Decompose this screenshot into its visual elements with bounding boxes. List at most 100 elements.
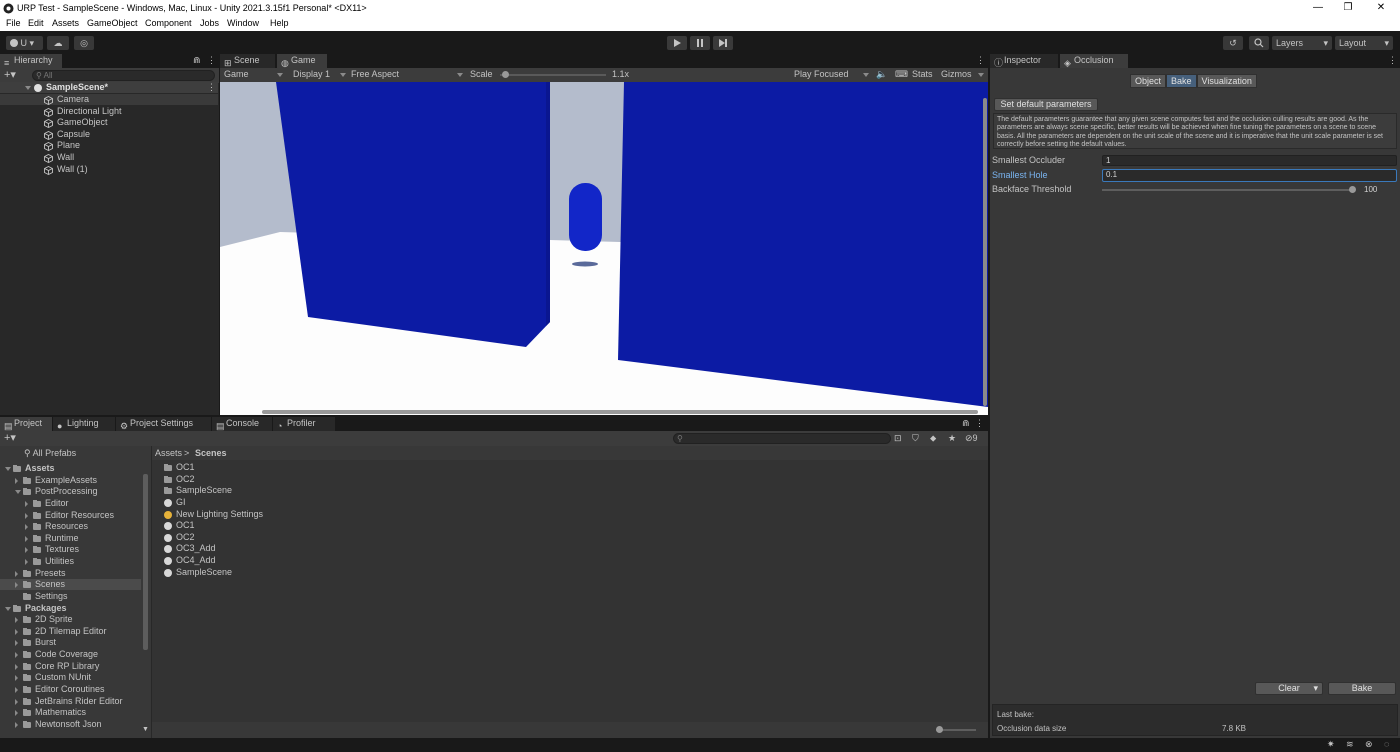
breadcrumb-assets[interactable]: Assets bbox=[155, 448, 182, 459]
scroll-down-icon[interactable]: ▼ bbox=[142, 726, 149, 733]
filter-icon[interactable]: ⛉ bbox=[912, 433, 919, 444]
keyboard-icon[interactable]: ⌨ bbox=[895, 69, 908, 80]
subtab-bake[interactable]: Bake bbox=[1166, 74, 1197, 88]
stats-button[interactable]: Stats bbox=[912, 69, 933, 80]
tree-item[interactable]: Presets bbox=[0, 568, 141, 579]
menu-file[interactable]: File bbox=[6, 18, 21, 28]
tree-item[interactable]: ExampleAssets bbox=[0, 475, 141, 486]
file-item[interactable]: OC4_Add bbox=[164, 555, 364, 566]
tree-item[interactable]: Core RP Library bbox=[0, 661, 141, 672]
subtab-visualization[interactable]: Visualization bbox=[1196, 74, 1257, 88]
history-button[interactable]: ↺ bbox=[1223, 36, 1243, 50]
minimize-button[interactable]: — bbox=[1312, 2, 1324, 14]
file-item[interactable]: GI bbox=[164, 497, 364, 508]
chevron-right-icon[interactable] bbox=[15, 663, 18, 670]
hierarchy-item[interactable]: GameObject bbox=[0, 117, 218, 129]
file-item[interactable]: OC1 bbox=[164, 462, 364, 473]
kebab-menu-icon[interactable]: ⋮ bbox=[976, 55, 985, 66]
tree-item[interactable]: Editor Coroutines bbox=[0, 684, 141, 695]
chevron-right-icon[interactable] bbox=[15, 628, 18, 635]
chevron-right-icon[interactable] bbox=[15, 710, 18, 717]
game-viewport[interactable] bbox=[220, 82, 988, 415]
tree-item[interactable]: Scenes bbox=[0, 579, 141, 591]
tree-item[interactable]: Utilities bbox=[0, 556, 141, 567]
gizmos-button[interactable]: Gizmos bbox=[941, 69, 972, 80]
chevron-right-icon[interactable] bbox=[15, 698, 18, 705]
tree-item[interactable]: Settings bbox=[0, 591, 141, 602]
tree-item[interactable]: Burst bbox=[0, 637, 141, 648]
search-by-type-icon[interactable]: ⊡ bbox=[894, 433, 902, 444]
menu-component[interactable]: Component bbox=[145, 18, 192, 28]
chevron-right-icon[interactable] bbox=[25, 547, 28, 554]
hierarchy-scene-row[interactable]: SampleScene* ⋮ bbox=[0, 82, 218, 93]
collab-button[interactable]: ◎ bbox=[74, 36, 94, 50]
chevron-right-icon[interactable] bbox=[15, 640, 18, 647]
tab-scene[interactable]: ⊞ Scene bbox=[220, 54, 275, 68]
project-search-input[interactable]: ⚲ bbox=[673, 433, 891, 444]
lock-icon[interactable]: ⋒ bbox=[962, 418, 970, 429]
tree-item[interactable]: PostProcessing bbox=[0, 486, 141, 497]
icon-size-thumb[interactable] bbox=[936, 726, 943, 733]
tree-item[interactable]: Runtime bbox=[0, 533, 141, 544]
chevron-down-icon[interactable] bbox=[5, 606, 11, 611]
chevron-right-icon[interactable] bbox=[25, 500, 28, 507]
hierarchy-item[interactable]: Wall (1) bbox=[0, 164, 218, 175]
tree-item[interactable]: Code Coverage bbox=[0, 649, 141, 660]
vertical-scrollbar[interactable] bbox=[983, 98, 987, 406]
tab-project-settings[interactable]: ⚙ Project Settings bbox=[116, 417, 211, 431]
hierarchy-item[interactable]: Capsule bbox=[0, 129, 218, 140]
close-button[interactable]: ✕ bbox=[1375, 2, 1387, 14]
tree-item[interactable]: Newtonsoft Json bbox=[0, 719, 141, 730]
bug-icon[interactable]: ✷ bbox=[1327, 739, 1335, 750]
scale-slider[interactable] bbox=[500, 74, 606, 76]
kebab-menu-icon[interactable]: ⋮ bbox=[207, 82, 216, 93]
hierarchy-search-input[interactable]: ⚲ All bbox=[32, 70, 215, 81]
cloud-button[interactable]: ☁ bbox=[47, 36, 69, 50]
file-item[interactable]: OC1 bbox=[164, 520, 364, 531]
search-button[interactable] bbox=[1249, 36, 1269, 50]
kebab-menu-icon[interactable]: ⋮ bbox=[1388, 55, 1397, 66]
breadcrumb-scenes[interactable]: Scenes bbox=[195, 448, 227, 459]
add-icon[interactable]: +▾ bbox=[4, 431, 16, 444]
file-item[interactable]: New Lighting Settings bbox=[164, 509, 364, 520]
game-mode-dropdown[interactable]: Game bbox=[224, 69, 249, 80]
pause-button[interactable] bbox=[690, 36, 710, 50]
maximize-button[interactable]: ❐ bbox=[1342, 2, 1354, 14]
chevron-right-icon[interactable] bbox=[25, 535, 28, 542]
subtab-object[interactable]: Object bbox=[1130, 74, 1167, 88]
chevron-right-icon[interactable] bbox=[25, 512, 28, 519]
tree-item[interactable]: Mathematics bbox=[0, 707, 141, 718]
backface-threshold-field[interactable]: 100 bbox=[1360, 184, 1397, 195]
set-default-parameters-button[interactable]: Set default parameters bbox=[994, 98, 1098, 111]
hierarchy-item[interactable]: Camera bbox=[0, 94, 218, 105]
chevron-right-icon[interactable] bbox=[15, 582, 18, 589]
aspect-dropdown[interactable]: Free Aspect bbox=[351, 69, 399, 80]
file-item[interactable]: OC2 bbox=[164, 474, 364, 485]
tree-item[interactable]: Custom NUnit bbox=[0, 672, 141, 683]
tree-item[interactable]: 2D Tilemap Editor bbox=[0, 626, 141, 637]
hierarchy-item[interactable]: Wall bbox=[0, 152, 218, 163]
layout-dropdown[interactable]: Layout ▾ bbox=[1335, 36, 1393, 50]
menu-assets[interactable]: Assets bbox=[52, 18, 79, 28]
account-dropdown[interactable]: U ▾ bbox=[6, 36, 43, 50]
kebab-menu-icon[interactable]: ⋮ bbox=[207, 55, 216, 66]
menu-help[interactable]: Help bbox=[270, 18, 289, 28]
menu-window[interactable]: Window bbox=[227, 18, 259, 28]
chevron-down-icon[interactable] bbox=[15, 490, 21, 495]
stack-icon[interactable]: ≋ bbox=[1346, 739, 1354, 750]
play-button[interactable] bbox=[667, 36, 687, 50]
chevron-right-icon[interactable] bbox=[25, 559, 28, 566]
backface-threshold-slider[interactable] bbox=[1102, 189, 1352, 191]
progress-icon[interactable]: ◌ bbox=[1384, 739, 1389, 749]
lock-icon[interactable]: ⋒ bbox=[193, 55, 201, 66]
bake-button[interactable]: Bake bbox=[1328, 682, 1396, 695]
scale-slider-thumb[interactable] bbox=[502, 71, 509, 78]
tab-console[interactable]: ▤ Console bbox=[212, 417, 272, 431]
kebab-menu-icon[interactable]: ⋮ bbox=[975, 418, 984, 429]
tree-item[interactable]: 2D Sprite bbox=[0, 614, 141, 625]
all-prefabs-item[interactable]: ⚲ All Prefabs bbox=[24, 448, 76, 459]
tab-lighting[interactable]: ● Lighting bbox=[53, 417, 115, 431]
star-icon[interactable]: ★ bbox=[948, 433, 956, 444]
chevron-right-icon[interactable] bbox=[15, 652, 18, 659]
menu-edit[interactable]: Edit bbox=[28, 18, 44, 28]
